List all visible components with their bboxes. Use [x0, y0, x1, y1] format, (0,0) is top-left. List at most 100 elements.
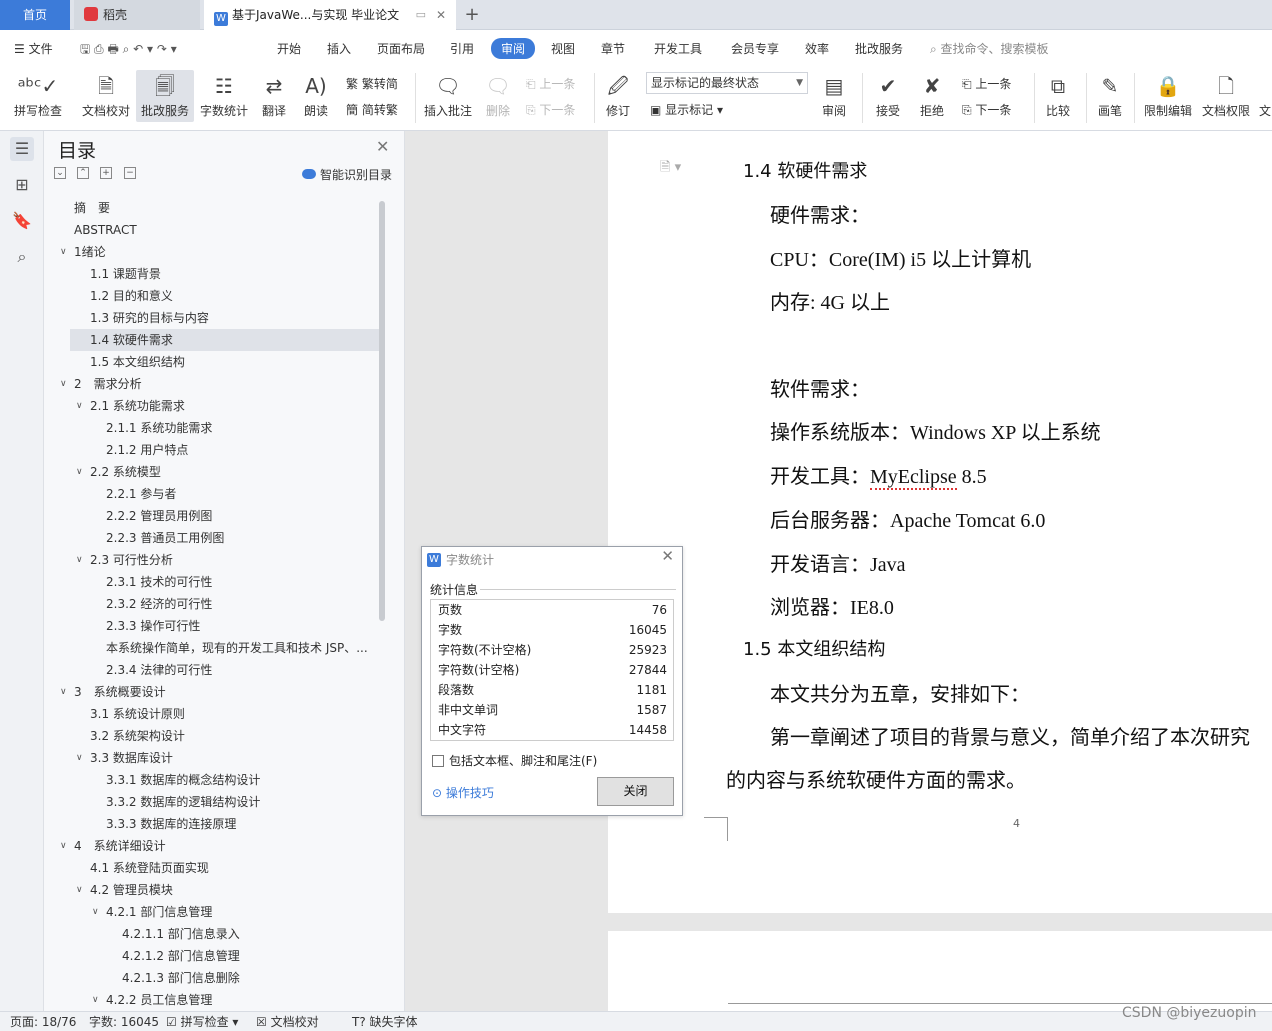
chevron-down-icon[interactable]: ∨: [76, 549, 83, 571]
close-icon[interactable]: ✕: [661, 547, 674, 565]
tips-link[interactable]: ⊙ 操作技巧: [432, 784, 494, 801]
menu-insert[interactable]: 插入: [327, 40, 351, 57]
close-icon[interactable]: ✕: [436, 0, 446, 30]
toc-item[interactable]: 1.5 本文组织结构: [44, 351, 382, 373]
menu-layout[interactable]: 页面布局: [377, 40, 425, 57]
menu-review[interactable]: 审阅: [491, 38, 536, 59]
chevron-down-icon[interactable]: ∨: [92, 901, 99, 923]
new-tab-button[interactable]: +: [460, 0, 484, 30]
menu-devtools[interactable]: 开发工具: [654, 40, 702, 57]
prev-change-button[interactable]: ⎗ 上一条: [962, 75, 1011, 92]
missing-font[interactable]: T? 缺失字体: [352, 1012, 418, 1031]
toc-item[interactable]: ∨ 4.2.1 部门信息管理: [44, 901, 382, 923]
toc-item[interactable]: 3.3.3 数据库的连接原理: [44, 813, 382, 835]
toc-item[interactable]: 3.2 系统架构设计: [44, 725, 382, 747]
toc-item[interactable]: 2.1.1 系统功能需求: [44, 417, 382, 439]
smart-toc-button[interactable]: 智能识别目录: [302, 166, 392, 183]
toc-item[interactable]: 3.1 系统设计原则: [44, 703, 382, 725]
toc-item[interactable]: ∨ 4.2.2 员工信息管理: [44, 989, 382, 1011]
markup-state-select[interactable]: 显示标记的最终状态 ▼: [646, 72, 808, 94]
insert-comment-button[interactable]: 🗨 插入批注: [422, 70, 474, 119]
chevron-down-icon[interactable]: ∨: [60, 835, 67, 857]
next-comment-button[interactable]: ⎘ 下一条: [526, 101, 575, 118]
toc-item[interactable]: ∨ 1绪论: [44, 241, 382, 263]
toc-item[interactable]: 2.1.2 用户特点: [44, 439, 382, 461]
menu-efficiency[interactable]: 效率: [805, 40, 829, 57]
word-count-button[interactable]: ☷ 字数统计: [198, 70, 250, 119]
chevron-down-icon[interactable]: ∨: [76, 395, 83, 417]
translate-button[interactable]: ⇄ 翻译: [256, 70, 292, 119]
toc-item[interactable]: ∨ 3 系统概要设计: [44, 681, 382, 703]
toc-panel-icon[interactable]: ☰: [10, 137, 34, 161]
menu-start[interactable]: 开始: [277, 40, 301, 57]
command-search[interactable]: ⌕ 查找命令、搜索模板: [930, 40, 1049, 57]
toc-item[interactable]: 4.1 系统登陆页面实现: [44, 857, 382, 879]
chevron-down-icon[interactable]: ∨: [60, 241, 67, 263]
toc-item[interactable]: ABSTRACT: [44, 219, 382, 241]
toc-item[interactable]: 2.2.2 管理员用例图: [44, 505, 382, 527]
chevron-down-icon[interactable]: ∨: [92, 989, 99, 1011]
toc-item[interactable]: 2.2.1 参与者: [44, 483, 382, 505]
file-menu[interactable]: ☰ 文件: [14, 40, 53, 57]
quick-access-icons[interactable]: 🖫 ⎙ 🖶 ⌕ ↶ ▾ ↷ ▾: [80, 40, 177, 61]
status-spell-check[interactable]: ☑ 拼写检查 ▾: [166, 1012, 238, 1031]
toc-item[interactable]: ∨ 2.3 可行性分析: [44, 549, 382, 571]
toc-item[interactable]: 1.1 课题背景: [44, 263, 382, 285]
menu-member[interactable]: 会员专享: [731, 40, 779, 57]
toc-item[interactable]: 2.3.2 经济的可行性: [44, 593, 382, 615]
read-aloud-button[interactable]: A) 朗读: [300, 70, 332, 119]
toc-item[interactable]: ∨ 2 需求分析: [44, 373, 382, 395]
toc-item[interactable]: 本系统操作简单，现有的开发工具和技术 JSP、...: [44, 637, 382, 659]
word-count-indicator[interactable]: 字数: 16045: [89, 1012, 159, 1031]
menu-view[interactable]: 视图: [551, 40, 575, 57]
chevron-down-icon[interactable]: ∨: [60, 681, 67, 703]
toc-item[interactable]: 摘 要: [44, 197, 382, 219]
status-proof[interactable]: ☒ 文档校对: [256, 1012, 319, 1031]
reject-button[interactable]: ✘ 拒绝: [914, 70, 950, 119]
toc-item[interactable]: 2.2.3 普通员工用例图: [44, 527, 382, 549]
paragraph-icon[interactable]: 🗎 ▾: [660, 158, 681, 180]
tab-document[interactable]: W 基于JavaWe...与实现 毕业论文 ▭ ✕: [204, 0, 456, 30]
show-markup-button[interactable]: ▣ 显示标记 ▾: [650, 101, 723, 118]
simp-to-trad-button[interactable]: 簡 简转繁: [346, 101, 398, 118]
tab-home[interactable]: 首页: [0, 0, 70, 30]
accept-button[interactable]: ✔ 接受: [870, 70, 906, 119]
menu-revise-service[interactable]: 批改服务: [855, 40, 903, 57]
pen-button[interactable]: ✎ 画笔: [1094, 70, 1126, 119]
remove-heading-icon[interactable]: −: [124, 167, 136, 179]
screen-icon[interactable]: ▭: [416, 0, 426, 30]
toc-item[interactable]: 1.3 研究的目标与内容: [44, 307, 382, 329]
chevron-down-icon[interactable]: ∨: [60, 373, 67, 395]
review-pane-button[interactable]: ▤ 审阅: [816, 70, 852, 119]
toc-item[interactable]: ∨ 4 系统详细设计: [44, 835, 382, 857]
expand-up-icon[interactable]: ⌃: [77, 167, 89, 179]
page-indicator[interactable]: 页面: 18/76: [10, 1012, 76, 1031]
tab-daoke[interactable]: 稻壳: [74, 0, 200, 30]
chapter-nav-icon[interactable]: ⊞: [10, 173, 34, 197]
toc-item[interactable]: 2.3.4 法律的可行性: [44, 659, 382, 681]
toc-item[interactable]: 1.4 软硬件需求: [70, 329, 382, 351]
bookmark-icon[interactable]: 🔖: [10, 209, 34, 233]
spell-check-button[interactable]: ᵃᵇᶜ✓ 拼写检查: [10, 70, 66, 119]
toc-item[interactable]: 2.3.3 操作可行性: [44, 615, 382, 637]
prev-comment-button[interactable]: ⎗ 上一条: [526, 75, 575, 92]
add-heading-icon[interactable]: +: [100, 167, 112, 179]
doc-permission-button[interactable]: 🗋 文档权限: [1200, 70, 1252, 119]
toc-item[interactable]: ∨ 4.2 管理员模块: [44, 879, 382, 901]
doc-proof-button[interactable]: 🗎 文档校对: [78, 70, 134, 119]
include-textbox-checkbox[interactable]: 包括文本框、脚注和尾注(F): [432, 752, 597, 769]
close-button[interactable]: 关闭: [597, 777, 674, 806]
more-ribbon-button[interactable]: 文: [1258, 70, 1272, 119]
toc-scrollbar[interactable]: [379, 201, 385, 621]
toc-item[interactable]: 3.3.2 数据库的逻辑结构设计: [44, 791, 382, 813]
collapse-all-icon[interactable]: ⌄: [54, 167, 66, 179]
spelling-error[interactable]: MyEclipse: [870, 466, 957, 490]
delete-comment-button[interactable]: 🗨 删除: [480, 70, 516, 119]
next-change-button[interactable]: ⎘ 下一条: [962, 101, 1011, 118]
toc-item[interactable]: 2.3.1 技术的可行性: [44, 571, 382, 593]
restrict-edit-button[interactable]: 🔒 限制编辑: [1142, 70, 1194, 119]
toc-item[interactable]: 4.2.1.1 部门信息录入: [44, 923, 382, 945]
toc-item[interactable]: 4.2.1.2 部门信息管理: [44, 945, 382, 967]
compare-button[interactable]: ⧉ 比较: [1040, 70, 1076, 119]
toc-item[interactable]: 1.2 目的和意义: [44, 285, 382, 307]
